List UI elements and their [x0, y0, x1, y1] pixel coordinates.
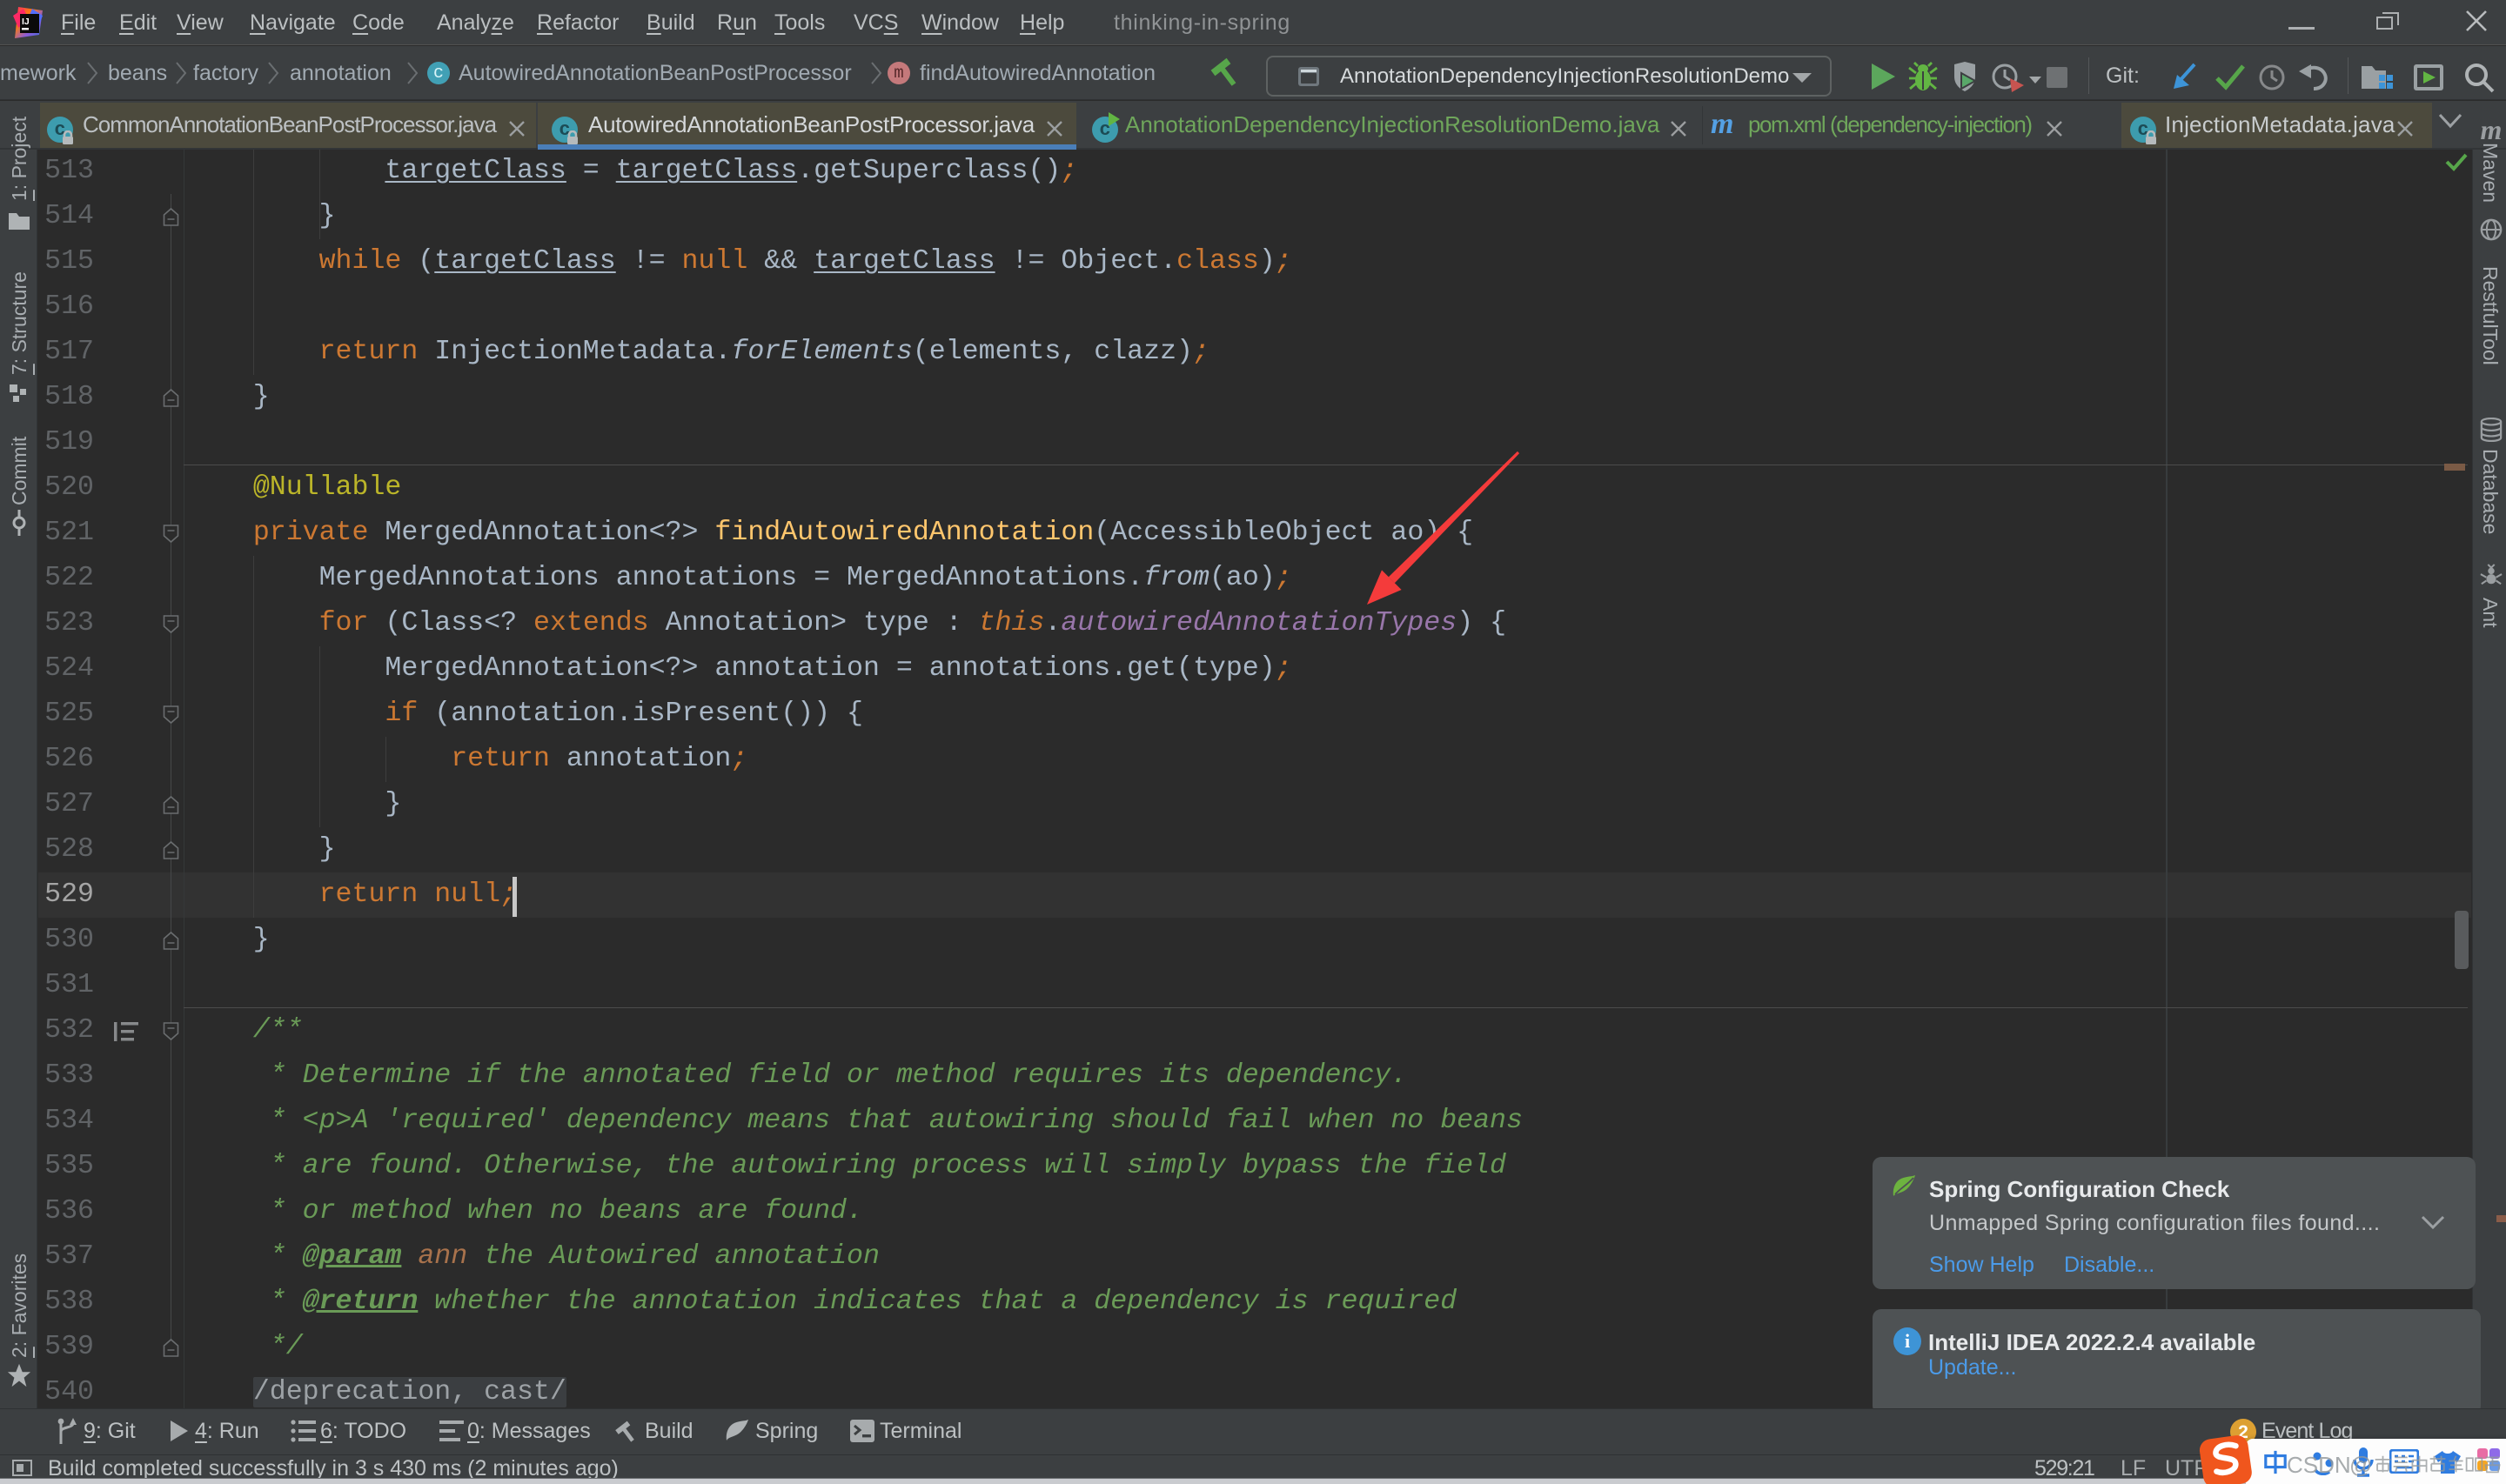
svg-text:IJ: IJ	[22, 17, 30, 27]
svg-text:m: m	[1711, 110, 1733, 139]
